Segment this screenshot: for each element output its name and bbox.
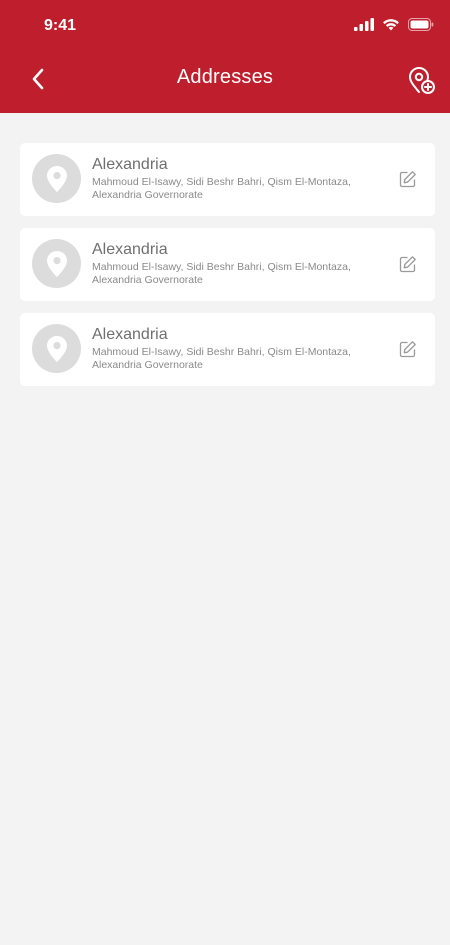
map-pin-icon <box>46 335 67 362</box>
address-title: Alexandria <box>92 241 168 258</box>
address-detail: Mahmoud El-Isawy, Sidi Beshr Bahri, Qism… <box>92 176 351 201</box>
address-avatar <box>32 239 81 288</box>
address-detail: Mahmoud El-Isawy, Sidi Beshr Bahri, Qism… <box>92 346 351 371</box>
map-pin-icon <box>46 250 67 277</box>
address-card[interactable]: Alexandria Mahmoud El-Isawy, Sidi Beshr … <box>20 313 435 386</box>
address-avatar <box>32 324 81 373</box>
address-card[interactable]: Alexandria Mahmoud El-Isawy, Sidi Beshr … <box>20 143 435 216</box>
wifi-icon <box>383 18 399 30</box>
edit-icon <box>399 341 416 358</box>
edit-address-button[interactable] <box>399 340 417 358</box>
map-pin-icon <box>46 165 67 192</box>
status-time: 9:41 <box>44 17 77 34</box>
edit-icon <box>399 171 416 188</box>
battery-icon <box>408 17 434 31</box>
edit-icon <box>399 256 416 273</box>
edit-address-button[interactable] <box>399 170 417 188</box>
map-pin-add-icon <box>409 67 435 94</box>
address-title: Alexandria <box>92 326 168 343</box>
address-title: Alexandria <box>92 156 168 173</box>
cellular-signal-icon <box>354 17 374 31</box>
app-header: 9:41 Addresses <box>0 0 450 113</box>
address-list: Alexandria Mahmoud El-Isawy, Sidi Beshr … <box>20 143 435 398</box>
status-icons <box>354 17 434 31</box>
address-detail: Mahmoud El-Isawy, Sidi Beshr Bahri, Qism… <box>92 261 351 286</box>
add-address-button[interactable] <box>406 66 436 96</box>
page-title: Addresses <box>176 66 274 88</box>
address-avatar <box>32 154 81 203</box>
edit-address-button[interactable] <box>399 255 417 273</box>
address-card[interactable]: Alexandria Mahmoud El-Isawy, Sidi Beshr … <box>20 228 435 301</box>
